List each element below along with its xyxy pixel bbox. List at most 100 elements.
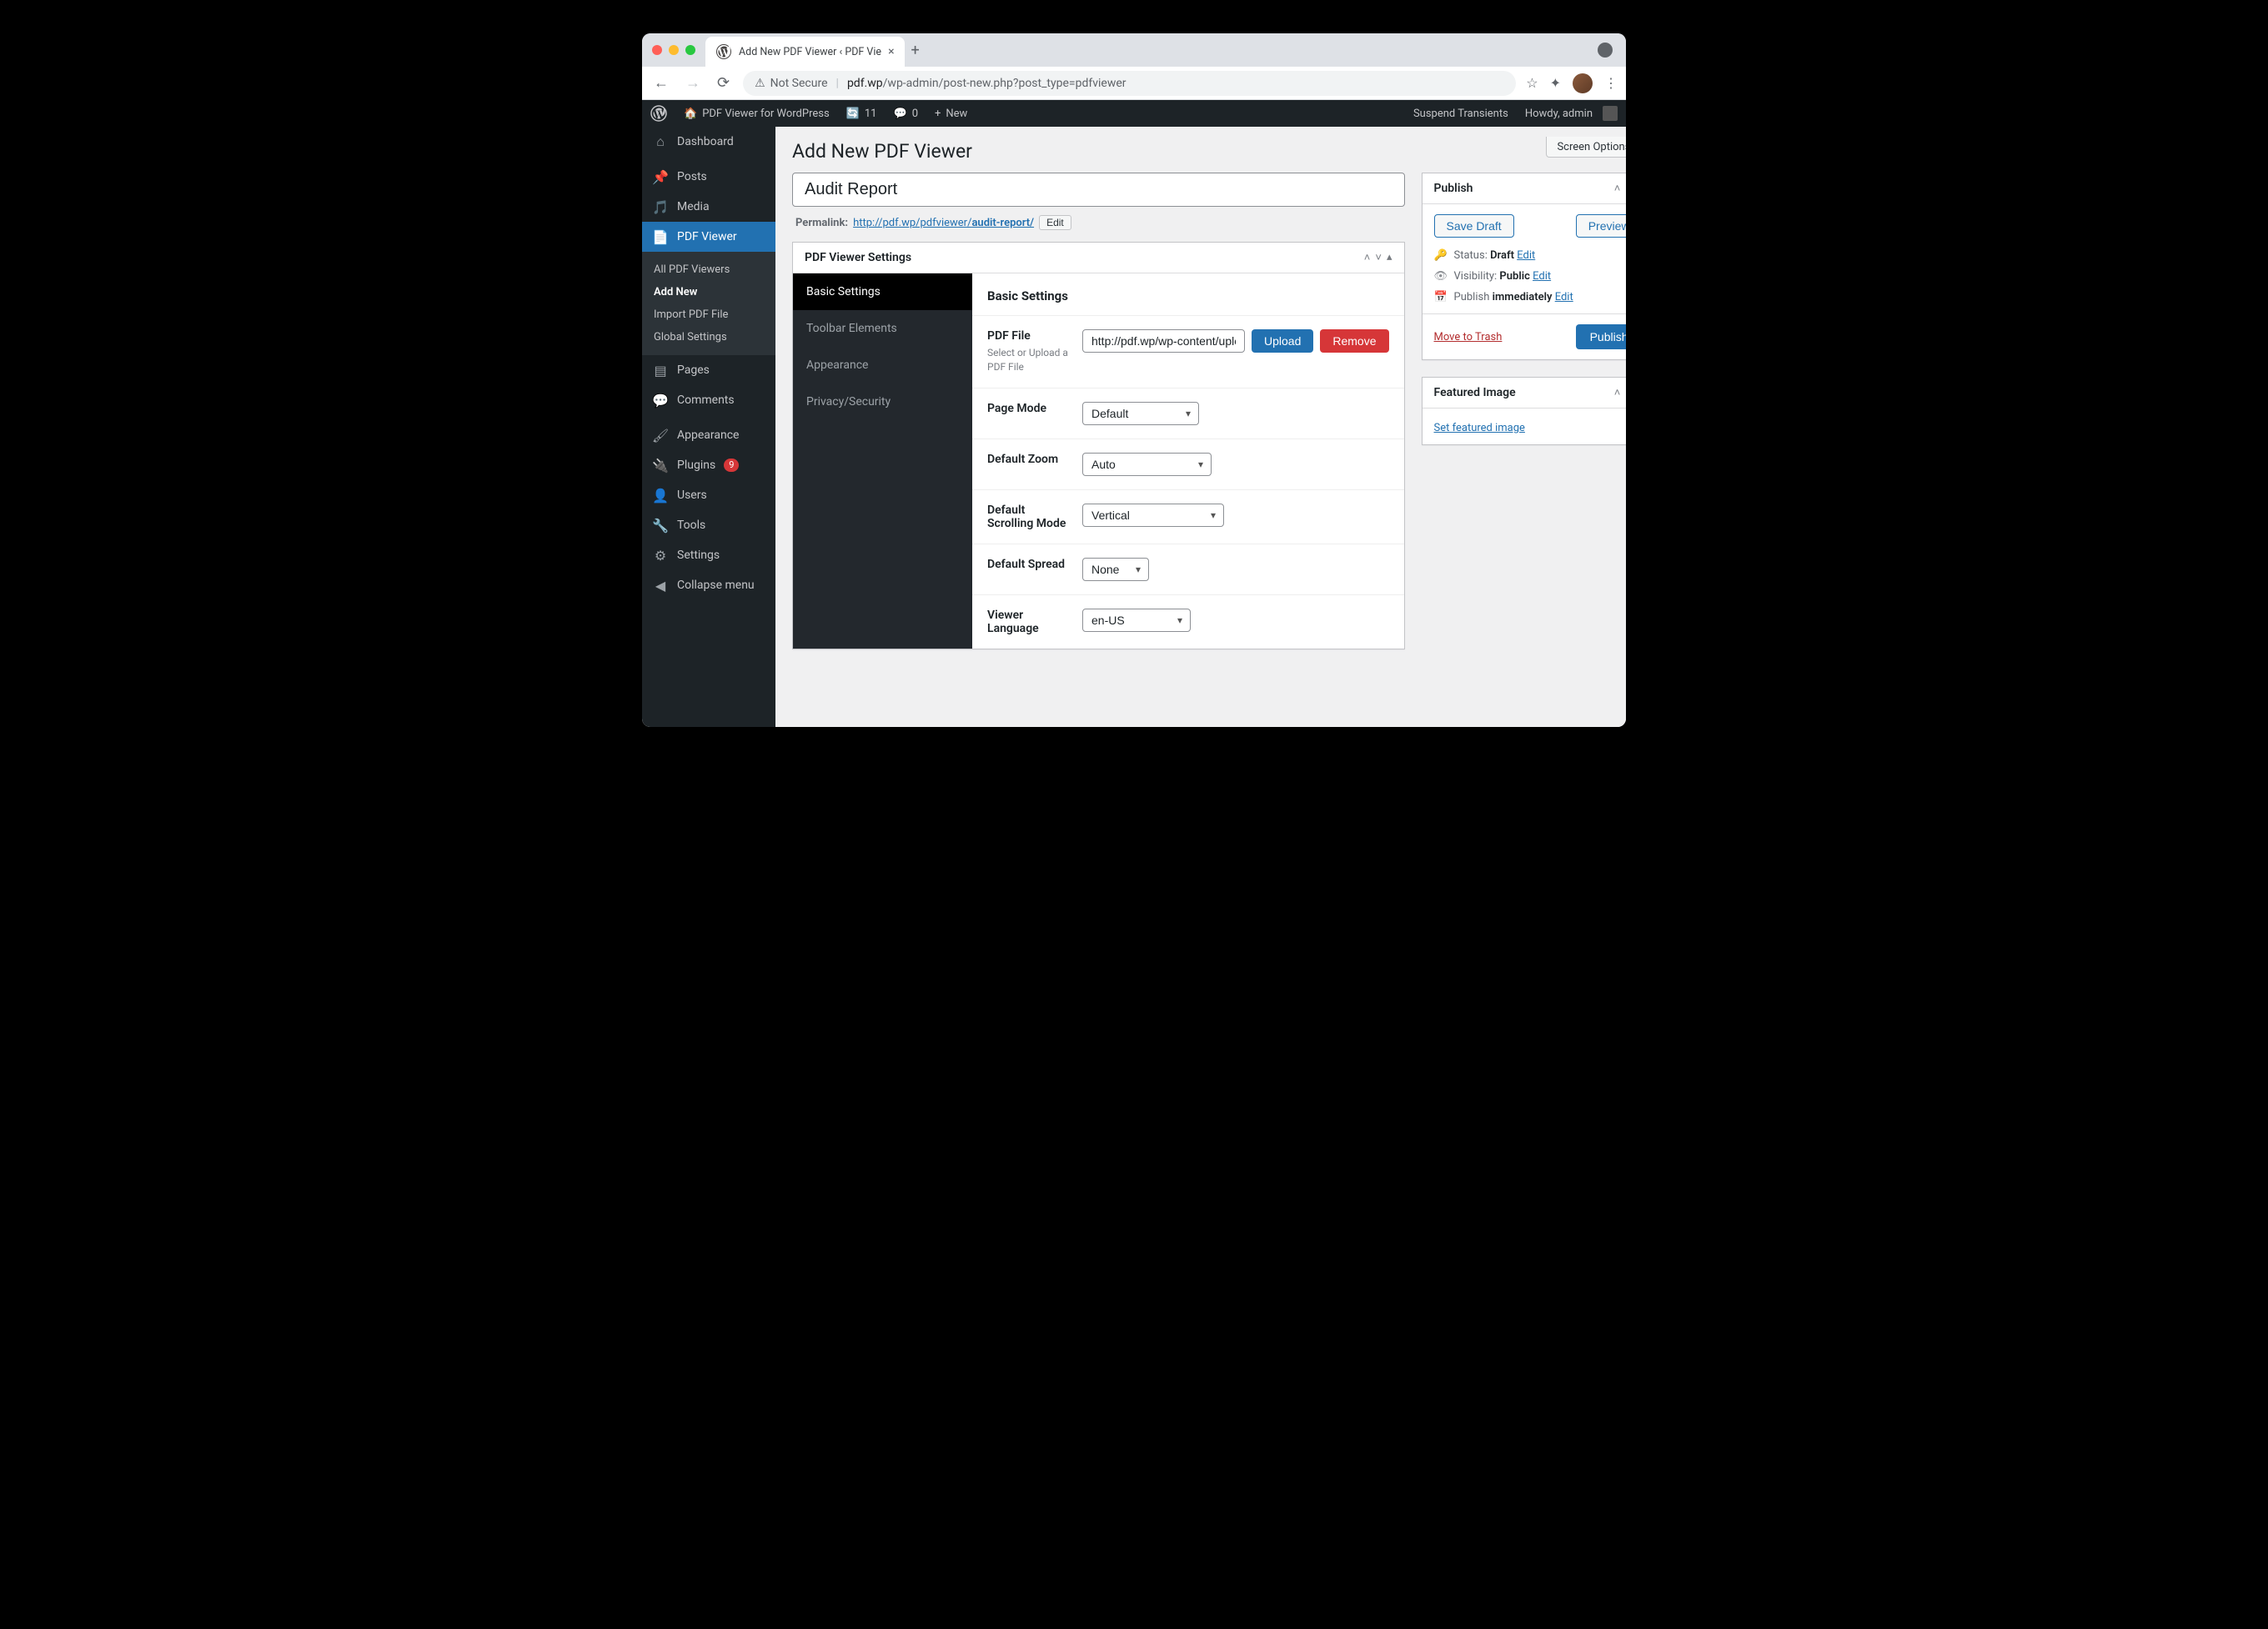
menu-dashboard[interactable]: ⌂Dashboard bbox=[642, 127, 775, 157]
screen-options-toggle[interactable]: Screen Options ▼ bbox=[1546, 137, 1626, 158]
menu-collapse[interactable]: ◀Collapse menu bbox=[642, 570, 775, 600]
wp-logo-menu[interactable] bbox=[642, 100, 675, 127]
page-mode-select[interactable]: Default bbox=[1082, 402, 1199, 425]
label-viewer-language: Viewer Language bbox=[987, 609, 1071, 635]
comments-link[interactable]: 💬0 bbox=[886, 100, 927, 127]
new-content-link[interactable]: +New bbox=[926, 100, 976, 127]
panel-down-icon[interactable]: ˅ bbox=[1625, 386, 1626, 399]
back-button[interactable]: ← bbox=[650, 74, 672, 92]
wordpress-icon bbox=[650, 105, 667, 122]
permalink-edit-button[interactable]: Edit bbox=[1039, 215, 1071, 230]
post-title-input[interactable] bbox=[792, 173, 1405, 207]
menu-media[interactable]: 🎵Media bbox=[642, 192, 775, 222]
plus-icon: + bbox=[935, 108, 941, 120]
menu-tools[interactable]: 🔧Tools bbox=[642, 510, 775, 540]
menu-pages[interactable]: ▤Pages bbox=[642, 355, 775, 385]
key-icon: 🔑 bbox=[1434, 249, 1448, 262]
menu-posts[interactable]: 📌Posts bbox=[642, 162, 775, 192]
default-zoom-select[interactable]: Auto bbox=[1082, 453, 1212, 476]
new-tab-button[interactable]: + bbox=[911, 42, 920, 59]
window-close-button[interactable] bbox=[652, 45, 662, 55]
submenu-add-new[interactable]: Add New bbox=[642, 281, 775, 303]
window-maximize-button[interactable] bbox=[685, 45, 695, 55]
panel-down-icon[interactable]: ˅ bbox=[1375, 251, 1382, 264]
menu-pdf-viewer[interactable]: 📄PDF Viewer bbox=[642, 222, 775, 252]
close-tab-icon[interactable]: × bbox=[888, 45, 894, 58]
label-scrolling-mode: Default Scrolling Mode bbox=[987, 504, 1071, 530]
panel-toggle-icon[interactable]: ▴ bbox=[1387, 251, 1392, 264]
updates-link[interactable]: 🔄11 bbox=[838, 100, 886, 127]
tab-toolbar-elements[interactable]: Toolbar Elements bbox=[793, 310, 972, 347]
browser-toolbar: ← → ⟳ ⚠ Not Secure | pdf.wp/wp-admin/pos… bbox=[642, 67, 1626, 100]
publish-button[interactable]: Publish bbox=[1576, 324, 1626, 349]
label-pdf-file: PDF File bbox=[987, 329, 1071, 343]
bookmark-icon[interactable]: ☆ bbox=[1526, 75, 1538, 91]
upload-button[interactable]: Upload bbox=[1252, 329, 1313, 353]
scrolling-mode-select[interactable]: Vertical bbox=[1082, 504, 1224, 527]
wp-admin-bar: 🏠PDF Viewer for WordPress 🔄11 💬0 +New Su… bbox=[642, 100, 1626, 127]
extensions-icon[interactable]: ✦ bbox=[1550, 75, 1561, 91]
edit-status-link[interactable]: Edit bbox=[1517, 249, 1535, 262]
pdf-file-input[interactable] bbox=[1082, 329, 1245, 353]
menu-users[interactable]: 👤Users bbox=[642, 480, 775, 510]
default-spread-select[interactable]: None bbox=[1082, 558, 1149, 581]
site-name-link[interactable]: 🏠PDF Viewer for WordPress bbox=[675, 100, 838, 127]
window-minimize-button[interactable] bbox=[669, 45, 679, 55]
updates-icon: 🔄 bbox=[846, 108, 860, 120]
howdy-link[interactable]: Howdy, admin bbox=[1517, 100, 1626, 127]
publish-title: Publish bbox=[1434, 182, 1473, 195]
plugin-icon: 🔌 bbox=[652, 457, 669, 474]
pdf-icon: 📄 bbox=[652, 228, 669, 245]
edit-visibility-link[interactable]: Edit bbox=[1533, 270, 1551, 283]
users-icon: 👤 bbox=[652, 487, 669, 504]
preview-button[interactable]: Preview bbox=[1576, 214, 1626, 238]
security-label: Not Secure bbox=[770, 77, 828, 90]
plugins-badge: 9 bbox=[724, 459, 739, 472]
remove-button[interactable]: Remove bbox=[1320, 329, 1388, 353]
pin-icon: 📌 bbox=[652, 168, 669, 185]
chrome-avatar[interactable] bbox=[1573, 73, 1593, 93]
tab-title: Add New PDF Viewer ‹ PDF Vie bbox=[739, 46, 881, 58]
set-featured-image-link[interactable]: Set featured image bbox=[1434, 422, 1525, 434]
browser-tab[interactable]: Add New PDF Viewer ‹ PDF Vie × bbox=[705, 37, 905, 67]
brush-icon: 🖌 bbox=[652, 427, 669, 444]
menu-appearance[interactable]: 🖌Appearance bbox=[642, 420, 775, 450]
menu-settings[interactable]: ⚙Settings bbox=[642, 540, 775, 570]
chrome-menu-icon[interactable]: ⋮ bbox=[1604, 75, 1618, 91]
tab-privacy[interactable]: Privacy/Security bbox=[793, 383, 972, 420]
submenu-all-viewers[interactable]: All PDF Viewers bbox=[642, 258, 775, 281]
save-draft-button[interactable]: Save Draft bbox=[1434, 214, 1514, 238]
panel-title: Basic Settings bbox=[972, 273, 1404, 315]
tab-basic-settings[interactable]: Basic Settings bbox=[793, 273, 972, 310]
panel-up-icon[interactable]: ˄ bbox=[1614, 386, 1621, 399]
menu-plugins[interactable]: 🔌Plugins9 bbox=[642, 450, 775, 480]
tab-appearance[interactable]: Appearance bbox=[793, 347, 972, 383]
desc-pdf-file: Select or Upload a PDF File bbox=[987, 346, 1071, 374]
settings-title: PDF Viewer Settings bbox=[805, 251, 911, 264]
address-bar[interactable]: ⚠ Not Secure | pdf.wp/wp-admin/post-new.… bbox=[743, 71, 1516, 96]
menu-comments[interactable]: 💬Comments bbox=[642, 385, 775, 415]
panel-up-icon[interactable]: ˄ bbox=[1614, 182, 1621, 195]
wordpress-icon bbox=[715, 43, 732, 60]
label-default-spread: Default Spread bbox=[987, 558, 1071, 571]
reload-button[interactable]: ⟳ bbox=[714, 74, 733, 92]
security-indicator[interactable]: ⚠ Not Secure bbox=[755, 77, 827, 90]
move-to-trash-link[interactable]: Move to Trash bbox=[1434, 331, 1503, 343]
eye-icon: 👁 bbox=[1434, 270, 1448, 283]
collapse-icon: ◀ bbox=[652, 577, 669, 594]
browser-tab-bar: Add New PDF Viewer ‹ PDF Vie × + bbox=[642, 33, 1626, 67]
panel-down-icon[interactable]: ˅ bbox=[1625, 182, 1626, 195]
viewer-language-select[interactable]: en-US bbox=[1082, 609, 1191, 632]
edit-schedule-link[interactable]: Edit bbox=[1555, 291, 1573, 303]
submenu-global[interactable]: Global Settings bbox=[642, 326, 775, 348]
submenu-import[interactable]: Import PDF File bbox=[642, 303, 775, 326]
user-avatar bbox=[1603, 106, 1618, 121]
profile-indicator-icon[interactable] bbox=[1598, 43, 1613, 58]
forward-button[interactable]: → bbox=[682, 74, 704, 92]
panel-up-icon[interactable]: ˄ bbox=[1364, 251, 1371, 264]
permalink-link[interactable]: http://pdf.wp/pdfviewer/audit-report/ bbox=[853, 217, 1034, 229]
permalink-row: Permalink: http://pdf.wp/pdfviewer/audit… bbox=[792, 207, 1405, 242]
tools-icon: 🔧 bbox=[652, 517, 669, 534]
media-icon: 🎵 bbox=[652, 198, 669, 215]
suspend-transients-link[interactable]: Suspend Transients bbox=[1405, 100, 1517, 127]
